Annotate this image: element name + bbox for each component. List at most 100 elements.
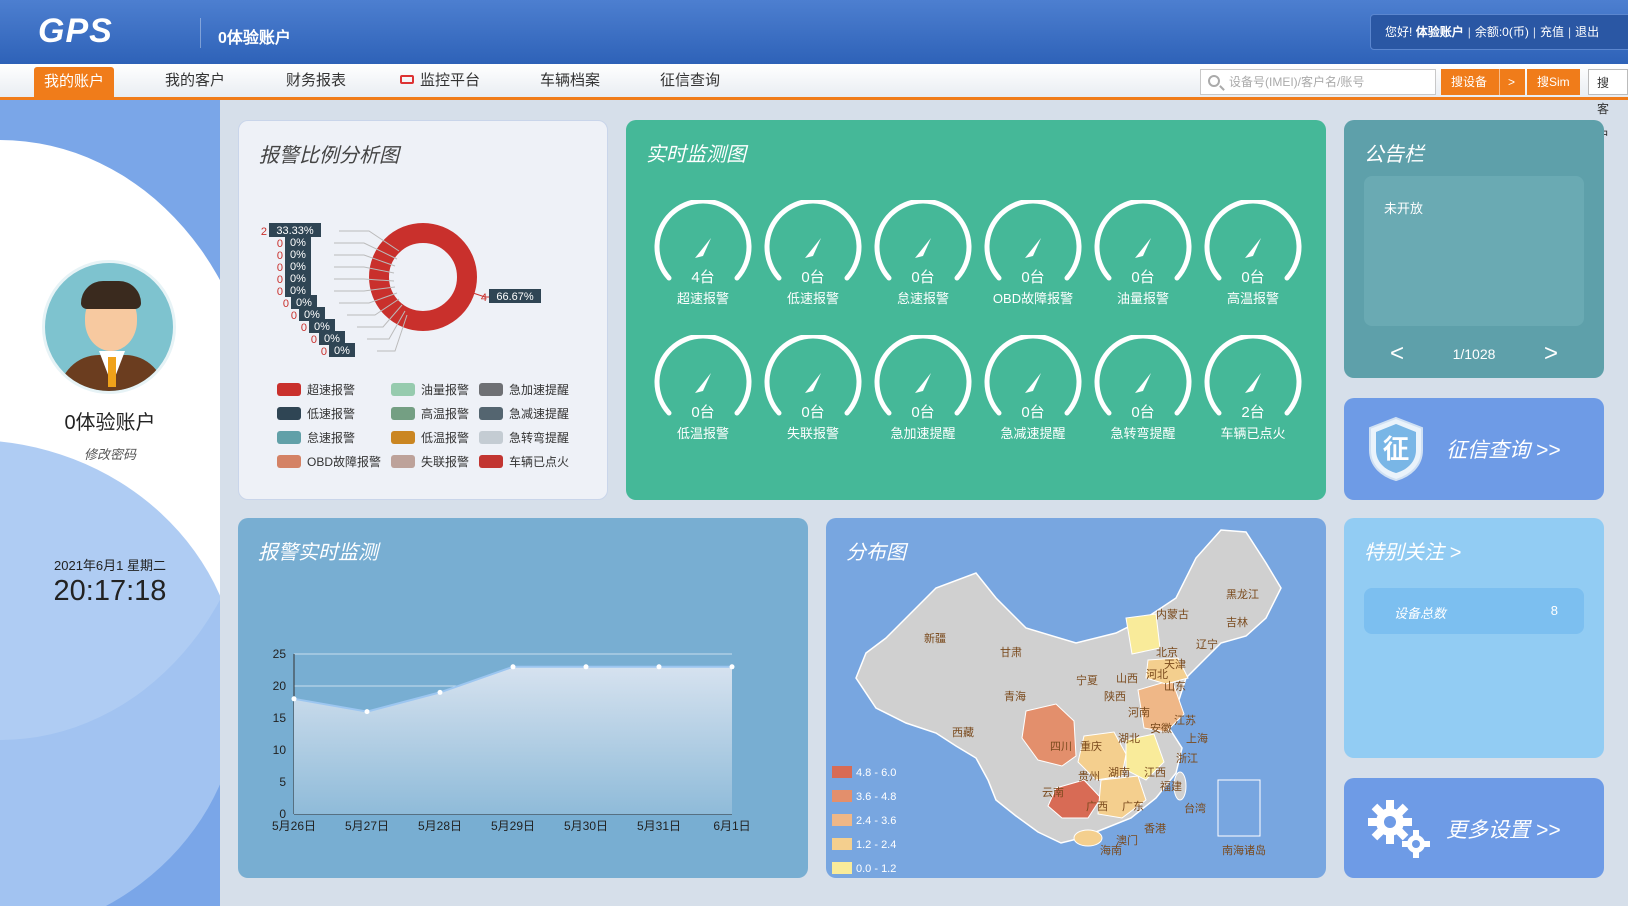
- more-settings-card[interactable]: 更多设置 >>: [1344, 778, 1604, 878]
- user-info-bar: 您好! 体验账户 | 余额:0(币) | 充值 | 退出: [1370, 14, 1628, 50]
- legend-item[interactable]: 超速报警: [277, 381, 355, 398]
- search-customer-button[interactable]: 搜客户: [1588, 69, 1628, 142]
- alarm-area-chart[interactable]: 05101520255月26日 5月27日 5月28日 5月29日 5月30日 5月31日…: [238, 518, 808, 878]
- notice-pager: 1/1028: [1452, 346, 1496, 362]
- gauge[interactable]: 4台 超速报警: [648, 200, 758, 320]
- nav-my-account[interactable]: 我的账户: [34, 67, 115, 97]
- province-label: 宁夏: [1076, 675, 1098, 687]
- legend-item[interactable]: 急转弯提醒: [479, 429, 569, 446]
- donut-count-label: 0: [277, 286, 283, 298]
- gauge-value: 4台: [691, 269, 715, 286]
- legend-swatch: [277, 383, 301, 396]
- data-point[interactable]: [291, 696, 297, 702]
- change-password-link[interactable]: 修改密码: [0, 444, 220, 463]
- alarm-realtime-card: 报警实时监测 0 5 10 15 20 25 5月26日 5月27日 5月28日 5月29日 5月3…: [238, 518, 808, 878]
- nav-my-customers[interactable]: 我的客户: [165, 64, 225, 97]
- map-legend-swatch: [832, 862, 852, 874]
- data-point[interactable]: [510, 664, 516, 670]
- gauge[interactable]: 0台 急转弯提醒: [1088, 335, 1198, 455]
- legend-item[interactable]: 怠速报警: [277, 429, 355, 446]
- gauge[interactable]: 0台 油量报警: [1088, 200, 1198, 320]
- user-name: 体验账户: [1415, 25, 1464, 39]
- gauge-value: 2台: [1241, 404, 1265, 421]
- nav-monitor-platform[interactable]: 监控平台: [400, 64, 480, 97]
- map-hainan[interactable]: [1073, 829, 1103, 847]
- gauge[interactable]: 0台 高温报警: [1198, 200, 1308, 320]
- province-label: 江苏: [1174, 715, 1196, 727]
- y-tick-label: 20: [273, 679, 287, 693]
- legend-item[interactable]: OBD故障报警: [277, 453, 381, 470]
- gauge[interactable]: 0台 失联报警: [758, 335, 868, 455]
- device-total-row[interactable]: 设备总数 8: [1364, 588, 1584, 634]
- gps-logo[interactable]: GPS: [38, 12, 113, 51]
- province-label: 安徽: [1150, 723, 1172, 735]
- nav-vehicle-archive[interactable]: 车辆档案: [540, 64, 600, 97]
- map-legend-item[interactable]: 3.6 - 4.8: [832, 790, 896, 803]
- data-point[interactable]: [364, 709, 370, 715]
- donut-pct-label: 0%: [334, 345, 350, 357]
- x-tick-label: 5月26日: [272, 819, 316, 833]
- nav-finance-report[interactable]: 财务报表: [286, 64, 346, 97]
- legend-label: 低温报警: [421, 431, 470, 445]
- legend-label: 车辆已点火: [509, 455, 570, 469]
- search-sim-button[interactable]: 搜Sim: [1527, 69, 1580, 95]
- legend-swatch: [479, 431, 503, 444]
- legend-item[interactable]: 失联报警: [391, 453, 469, 470]
- gauge[interactable]: 2台 车辆已点火: [1198, 335, 1308, 455]
- legend-label: 油量报警: [421, 383, 470, 397]
- gauge-label: 高温报警: [1226, 291, 1279, 306]
- china-map[interactable]: [826, 518, 1326, 878]
- donut-count-label: 4: [481, 292, 487, 304]
- map-legend-item[interactable]: 0.0 - 1.2: [832, 862, 896, 875]
- province-label: 四川: [1050, 741, 1072, 753]
- chevron-right-icon[interactable]: >: [1544, 342, 1558, 366]
- province-label: 贵州: [1078, 771, 1100, 783]
- gauge[interactable]: 0台 急加速提醒: [868, 335, 978, 455]
- legend-item[interactable]: 低速报警: [277, 405, 355, 422]
- province-label: 福建: [1160, 781, 1182, 793]
- gauge[interactable]: 0台 怠速报警: [868, 200, 978, 320]
- gauge-value: 0台: [1021, 404, 1045, 421]
- map-legend-swatch: [832, 766, 852, 778]
- gauge[interactable]: 0台 OBD故障报警: [978, 200, 1088, 320]
- recharge-link[interactable]: 充值: [1540, 25, 1564, 39]
- map-beijing-hebei[interactable]: [1125, 613, 1161, 655]
- search-input[interactable]: 设备号(IMEI)/客户名/账号: [1200, 69, 1436, 95]
- logout-link[interactable]: 退出: [1575, 25, 1599, 39]
- legend-item[interactable]: 低温报警: [391, 429, 469, 446]
- special-focus-title[interactable]: 特别关注 >: [1364, 536, 1461, 565]
- map-legend-swatch: [832, 838, 852, 850]
- legend-swatch: [391, 383, 415, 396]
- gauge[interactable]: 0台 急减速提醒: [978, 335, 1088, 455]
- search-device-button[interactable]: 搜设备 >: [1441, 69, 1526, 95]
- data-point[interactable]: [656, 664, 662, 670]
- map-legend-item[interactable]: 4.8 - 6.0: [832, 766, 896, 779]
- donut-count-label: 0: [291, 310, 297, 322]
- data-point[interactable]: [729, 664, 735, 670]
- avatar[interactable]: [42, 260, 176, 394]
- credit-query-card[interactable]: 征 征信查询 >>: [1344, 398, 1604, 500]
- map-legend-swatch: [832, 814, 852, 826]
- data-point[interactable]: [437, 689, 443, 695]
- x-tick-label: 5月28日: [418, 819, 462, 833]
- y-tick-label: 25: [273, 647, 287, 661]
- map-legend-item[interactable]: 2.4 - 3.6: [832, 814, 896, 827]
- legend-item[interactable]: 油量报警: [391, 381, 469, 398]
- province-label: 山西: [1116, 673, 1138, 685]
- map-legend-item[interactable]: 1.2 - 2.4: [832, 838, 896, 851]
- legend-label: 怠速报警: [307, 431, 356, 445]
- legend-item[interactable]: 高温报警: [391, 405, 469, 422]
- more-settings-link[interactable]: 更多设置 >>: [1446, 814, 1560, 844]
- nav-monitor-label: 监控平台: [420, 72, 481, 89]
- legend-label: 急加速提醒: [509, 383, 570, 397]
- shield-icon: 征: [1369, 416, 1423, 482]
- legend-item[interactable]: 急减速提醒: [479, 405, 569, 422]
- credit-query-link[interactable]: 征信查询 >>: [1446, 434, 1560, 464]
- gauge[interactable]: 0台 低速报警: [758, 200, 868, 320]
- legend-item[interactable]: 车辆已点火: [479, 453, 569, 470]
- legend-item[interactable]: 急加速提醒: [479, 381, 569, 398]
- nav-credit-query[interactable]: 征信查询: [660, 64, 720, 97]
- data-point[interactable]: [583, 664, 589, 670]
- gauge[interactable]: 0台 低温报警: [648, 335, 758, 455]
- gauge-value: 0台: [911, 269, 935, 286]
